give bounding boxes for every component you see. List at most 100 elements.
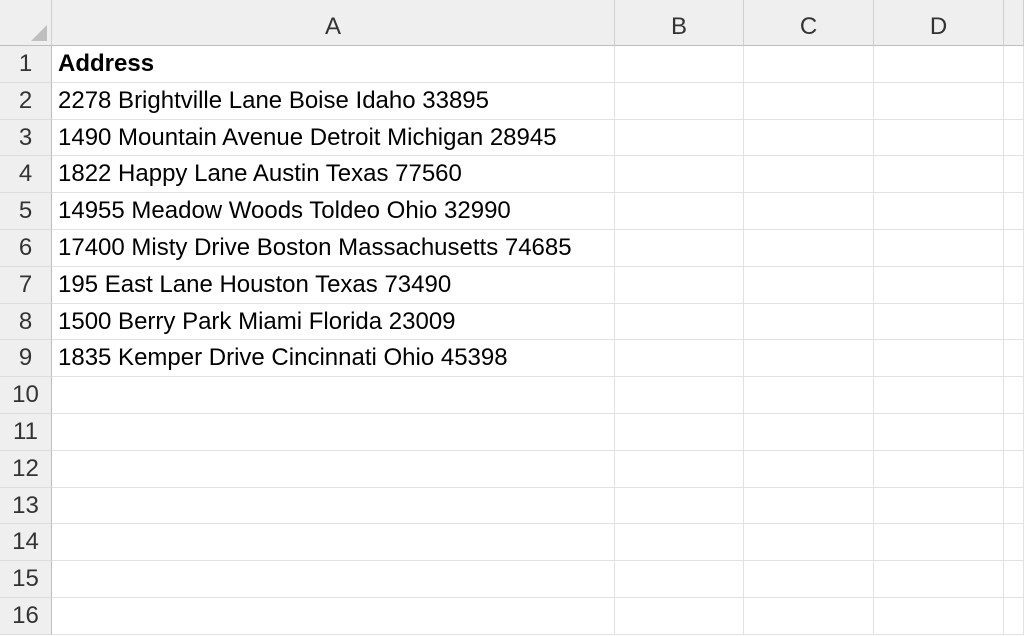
- cell-c[interactable]: [744, 82, 874, 120]
- cell-c[interactable]: [744, 524, 874, 562]
- cell-e[interactable]: [1004, 266, 1024, 304]
- cell-d[interactable]: [874, 450, 1004, 488]
- cell-e[interactable]: [1004, 450, 1024, 488]
- cell-e[interactable]: [1004, 377, 1024, 414]
- cell-c[interactable]: [744, 229, 874, 267]
- cell-b[interactable]: [615, 303, 744, 341]
- cell-a[interactable]: 1835 Kemper Drive Cincinnati Ohio 45398: [52, 340, 615, 378]
- cell-a[interactable]: [52, 450, 615, 488]
- cell-e[interactable]: [1004, 46, 1024, 83]
- row-header[interactable]: 9: [0, 340, 52, 378]
- cell-e[interactable]: [1004, 597, 1024, 635]
- cell-d[interactable]: [874, 377, 1004, 414]
- row-header[interactable]: 6: [0, 229, 52, 267]
- cell-e[interactable]: [1004, 413, 1024, 451]
- row-header[interactable]: 7: [0, 266, 52, 304]
- cell-b[interactable]: [615, 46, 744, 83]
- column-header-partial[interactable]: [1004, 0, 1024, 46]
- cell-d[interactable]: [874, 524, 1004, 562]
- cell-c[interactable]: [744, 450, 874, 488]
- cell-e[interactable]: [1004, 303, 1024, 341]
- cell-a[interactable]: 14955 Meadow Woods Toldeo Ohio 32990: [52, 193, 615, 230]
- column-header-a[interactable]: A: [52, 0, 615, 46]
- column-header-b[interactable]: B: [615, 0, 744, 46]
- cell-d[interactable]: [874, 193, 1004, 230]
- select-all-corner[interactable]: [0, 0, 52, 46]
- cell-c[interactable]: [744, 266, 874, 304]
- cell-a[interactable]: [52, 597, 615, 635]
- cell-a[interactable]: [52, 413, 615, 451]
- cell-b[interactable]: [615, 266, 744, 304]
- row-header[interactable]: 8: [0, 303, 52, 341]
- row-header[interactable]: 10: [0, 377, 52, 414]
- cell-a[interactable]: 2278 Brightville Lane Boise Idaho 33895: [52, 82, 615, 120]
- cell-e[interactable]: [1004, 340, 1024, 378]
- cell-d[interactable]: [874, 303, 1004, 341]
- column-header-d[interactable]: D: [874, 0, 1004, 46]
- cell-e[interactable]: [1004, 524, 1024, 562]
- cell-c[interactable]: [744, 487, 874, 525]
- cell-e[interactable]: [1004, 229, 1024, 267]
- cell-a[interactable]: [52, 561, 615, 598]
- cell-c[interactable]: [744, 119, 874, 157]
- cell-e[interactable]: [1004, 561, 1024, 598]
- cell-d[interactable]: [874, 413, 1004, 451]
- cell-b[interactable]: [615, 413, 744, 451]
- cell-c[interactable]: [744, 413, 874, 451]
- cell-a[interactable]: Address: [52, 46, 615, 83]
- cell-c[interactable]: [744, 561, 874, 598]
- cell-a[interactable]: 17400 Misty Drive Boston Massachusetts 7…: [52, 229, 615, 267]
- row-header[interactable]: 11: [0, 413, 52, 451]
- cell-e[interactable]: [1004, 487, 1024, 525]
- cell-c[interactable]: [744, 377, 874, 414]
- cell-d[interactable]: [874, 229, 1004, 267]
- row-header[interactable]: 3: [0, 119, 52, 157]
- row-header[interactable]: 1: [0, 46, 52, 83]
- row-header[interactable]: 15: [0, 561, 52, 598]
- cell-a[interactable]: [52, 377, 615, 414]
- cell-b[interactable]: [615, 561, 744, 598]
- column-header-c[interactable]: C: [744, 0, 874, 46]
- cell-e[interactable]: [1004, 119, 1024, 157]
- cell-d[interactable]: [874, 597, 1004, 635]
- cell-b[interactable]: [615, 193, 744, 230]
- row-header[interactable]: 2: [0, 82, 52, 120]
- cell-e[interactable]: [1004, 193, 1024, 230]
- cell-e[interactable]: [1004, 82, 1024, 120]
- cell-c[interactable]: [744, 303, 874, 341]
- cell-c[interactable]: [744, 340, 874, 378]
- cell-d[interactable]: [874, 487, 1004, 525]
- row-header[interactable]: 4: [0, 156, 52, 194]
- cell-d[interactable]: [874, 46, 1004, 83]
- row-header[interactable]: 14: [0, 524, 52, 562]
- cell-d[interactable]: [874, 266, 1004, 304]
- row-header[interactable]: 12: [0, 450, 52, 488]
- cell-b[interactable]: [615, 82, 744, 120]
- cell-c[interactable]: [744, 46, 874, 83]
- cell-b[interactable]: [615, 119, 744, 157]
- row-header[interactable]: 13: [0, 487, 52, 525]
- cell-c[interactable]: [744, 193, 874, 230]
- cell-e[interactable]: [1004, 156, 1024, 194]
- cell-a[interactable]: 1500 Berry Park Miami Florida 23009: [52, 303, 615, 341]
- cell-b[interactable]: [615, 450, 744, 488]
- cell-d[interactable]: [874, 561, 1004, 598]
- cell-d[interactable]: [874, 119, 1004, 157]
- row-header[interactable]: 16: [0, 597, 52, 635]
- cell-a[interactable]: 1822 Happy Lane Austin Texas 77560: [52, 156, 615, 194]
- cell-b[interactable]: [615, 487, 744, 525]
- cell-c[interactable]: [744, 597, 874, 635]
- cell-d[interactable]: [874, 82, 1004, 120]
- cell-a[interactable]: 1490 Mountain Avenue Detroit Michigan 28…: [52, 119, 615, 157]
- cell-b[interactable]: [615, 377, 744, 414]
- cell-a[interactable]: 195 East Lane Houston Texas 73490: [52, 266, 615, 304]
- cell-c[interactable]: [744, 156, 874, 194]
- cell-a[interactable]: [52, 487, 615, 525]
- cell-b[interactable]: [615, 229, 744, 267]
- row-header[interactable]: 5: [0, 193, 52, 230]
- cell-a[interactable]: [52, 524, 615, 562]
- cell-d[interactable]: [874, 340, 1004, 378]
- cell-b[interactable]: [615, 340, 744, 378]
- cell-b[interactable]: [615, 524, 744, 562]
- cell-d[interactable]: [874, 156, 1004, 194]
